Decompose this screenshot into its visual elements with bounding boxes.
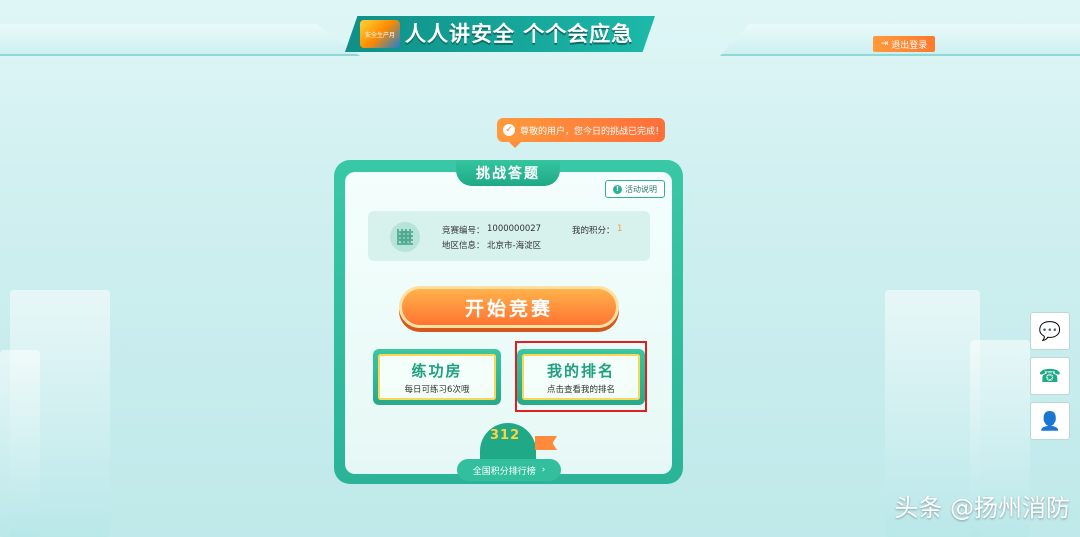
practice-room-button[interactable]: 练功房 每日可练习6次哦 xyxy=(373,349,501,405)
activity-rules-label: 活动说明 xyxy=(625,184,657,194)
challenge-complete-notice: ✓ 尊敬的用户，您今日的挑战已完成！ xyxy=(497,118,665,148)
activity-rules-button[interactable]: ! 活动说明 xyxy=(605,180,665,198)
safety-month-logo: 安全生产月 xyxy=(360,20,400,48)
national-leaderboard-button[interactable]: 全国积分排行榜 › xyxy=(457,459,561,481)
practice-room-panel: 练功房 每日可练习6次哦 xyxy=(378,354,496,400)
logout-icon: ⇥ xyxy=(880,39,889,49)
notice-text: 尊敬的用户，您今日的挑战已完成！ xyxy=(520,126,665,137)
competition-id-label: 竞赛编号： xyxy=(442,226,485,236)
page-title: 人人讲安全 个个会应急 xyxy=(405,22,634,46)
info-icon: ! xyxy=(613,184,622,194)
wechat-button[interactable]: 💬 xyxy=(1030,312,1070,350)
user-icon: 👤 xyxy=(1038,410,1062,432)
phone-button[interactable]: ☎ xyxy=(1030,357,1070,395)
score-value: 1 xyxy=(617,224,623,234)
phone-icon: ☎ xyxy=(1038,365,1062,387)
logout-button[interactable]: ⇥ 退出登录 xyxy=(873,36,935,52)
score-label: 我的积分： xyxy=(572,226,615,236)
logout-label: 退出登录 xyxy=(891,40,928,51)
header-bar-left xyxy=(0,24,360,56)
region-value: 北京市-海淀区 xyxy=(487,241,542,251)
start-competition-button[interactable]: 开始竞赛 xyxy=(399,286,619,328)
region-label: 地区信息： xyxy=(442,241,485,251)
background-building-left-2 xyxy=(0,350,40,537)
card-title: 挑战答题 xyxy=(456,160,560,186)
highlight-box xyxy=(515,341,647,412)
chevron-right-icon: › xyxy=(541,465,546,475)
podium-numbers: 312 xyxy=(490,428,521,443)
practice-room-title: 练功房 xyxy=(411,361,463,380)
competition-id-value: 1000000027 xyxy=(487,224,542,234)
check-icon: ✓ xyxy=(503,124,515,136)
practice-room-desc: 每日可练习6次哦 xyxy=(404,384,470,395)
watermark: 头条 @扬州消防 xyxy=(894,494,1070,522)
user-button[interactable]: 👤 xyxy=(1030,402,1070,440)
wechat-icon: 💬 xyxy=(1038,320,1062,342)
avatar xyxy=(390,222,420,252)
leaderboard-label: 全国积分排行榜 xyxy=(472,466,536,477)
